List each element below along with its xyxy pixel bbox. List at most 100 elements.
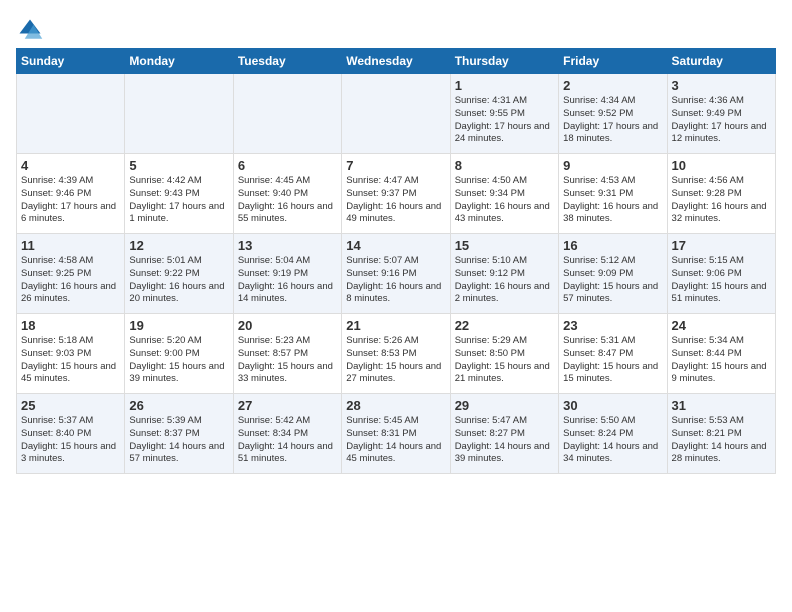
calendar-cell: 26 Sunrise: 5:39 AM Sunset: 8:37 PM Dayli…	[125, 394, 233, 474]
day-number: 6	[238, 158, 337, 173]
calendar-cell: 10 Sunrise: 4:56 AM Sunset: 9:28 PM Dayli…	[667, 154, 775, 234]
day-number: 27	[238, 398, 337, 413]
day-number: 1	[455, 78, 554, 93]
day-info: Sunrise: 5:10 AM Sunset: 9:12 PM Dayligh…	[455, 255, 554, 306]
day-number: 25	[21, 398, 120, 413]
day-info: Sunrise: 5:04 AM Sunset: 9:19 PM Dayligh…	[238, 255, 337, 306]
day-number: 18	[21, 318, 120, 333]
calendar-cell: 25 Sunrise: 5:37 AM Sunset: 8:40 PM Dayli…	[17, 394, 125, 474]
day-info: Sunrise: 4:53 AM Sunset: 9:31 PM Dayligh…	[563, 175, 662, 226]
day-number: 15	[455, 238, 554, 253]
day-number: 13	[238, 238, 337, 253]
day-info: Sunrise: 5:42 AM Sunset: 8:34 PM Dayligh…	[238, 415, 337, 466]
calendar-cell: 17Sunrise: 5:15 AM Sunset: 9:06 PM Dayli…	[667, 234, 775, 314]
day-number: 10	[672, 158, 771, 173]
day-info: Sunrise: 4:56 AM Sunset: 9:28 PM Dayligh…	[672, 175, 771, 226]
calendar-body: 1 Sunrise: 4:31 AM Sunset: 9:55 PM Daylig…	[17, 74, 776, 474]
day-number: 7	[346, 158, 445, 173]
calendar-cell: 18 Sunrise: 5:18 AM Sunset: 9:03 PM Dayli…	[17, 314, 125, 394]
day-info: Sunrise: 4:47 AM Sunset: 9:37 PM Dayligh…	[346, 175, 445, 226]
header-cell: Thursday	[450, 49, 558, 74]
calendar-cell: 21 Sunrise: 5:26 AM Sunset: 8:53 PM Dayli…	[342, 314, 450, 394]
calendar-cell	[125, 74, 233, 154]
day-info: Sunrise: 4:31 AM Sunset: 9:55 PM Dayligh…	[455, 95, 554, 146]
header-cell: Monday	[125, 49, 233, 74]
page: SundayMondayTuesdayWednesdayThursdayFrid…	[0, 0, 792, 486]
calendar-cell: 31Sunrise: 5:53 AM Sunset: 8:21 PM Dayli…	[667, 394, 775, 474]
calendar-row: 11Sunrise: 4:58 AM Sunset: 9:25 PM Dayli…	[17, 234, 776, 314]
day-info: Sunrise: 5:12 AM Sunset: 9:09 PM Dayligh…	[563, 255, 662, 306]
day-number: 12	[129, 238, 228, 253]
calendar-row: 25 Sunrise: 5:37 AM Sunset: 8:40 PM Dayli…	[17, 394, 776, 474]
day-number: 4	[21, 158, 120, 173]
calendar-cell: 28Sunrise: 5:45 AM Sunset: 8:31 PM Dayli…	[342, 394, 450, 474]
day-info: Sunrise: 5:26 AM Sunset: 8:53 PM Dayligh…	[346, 335, 445, 386]
header-row: SundayMondayTuesdayWednesdayThursdayFrid…	[17, 49, 776, 74]
calendar-cell	[17, 74, 125, 154]
day-info: Sunrise: 5:20 AM Sunset: 9:00 PM Dayligh…	[129, 335, 228, 386]
calendar-cell: 16 Sunrise: 5:12 AM Sunset: 9:09 PM Dayli…	[559, 234, 667, 314]
calendar-cell: 23Sunrise: 5:31 AM Sunset: 8:47 PM Dayli…	[559, 314, 667, 394]
day-number: 26	[129, 398, 228, 413]
calendar-cell: 1 Sunrise: 4:31 AM Sunset: 9:55 PM Daylig…	[450, 74, 558, 154]
calendar-cell: 13 Sunrise: 5:04 AM Sunset: 9:19 PM Dayli…	[233, 234, 341, 314]
header-cell: Friday	[559, 49, 667, 74]
calendar-cell: 4 Sunrise: 4:39 AM Sunset: 9:46 PM Daylig…	[17, 154, 125, 234]
day-number: 21	[346, 318, 445, 333]
day-number: 29	[455, 398, 554, 413]
calendar-cell: 11Sunrise: 4:58 AM Sunset: 9:25 PM Dayli…	[17, 234, 125, 314]
day-number: 8	[455, 158, 554, 173]
day-number: 2	[563, 78, 662, 93]
logo	[16, 16, 48, 44]
day-info: Sunrise: 5:07 AM Sunset: 9:16 PM Dayligh…	[346, 255, 445, 306]
day-number: 9	[563, 158, 662, 173]
calendar-cell	[342, 74, 450, 154]
calendar-cell: 9 Sunrise: 4:53 AM Sunset: 9:31 PM Daylig…	[559, 154, 667, 234]
day-info: Sunrise: 4:39 AM Sunset: 9:46 PM Dayligh…	[21, 175, 120, 226]
day-number: 5	[129, 158, 228, 173]
calendar-cell: 8 Sunrise: 4:50 AM Sunset: 9:34 PM Daylig…	[450, 154, 558, 234]
calendar-cell: 27 Sunrise: 5:42 AM Sunset: 8:34 PM Dayli…	[233, 394, 341, 474]
day-number: 24	[672, 318, 771, 333]
calendar-row: 1 Sunrise: 4:31 AM Sunset: 9:55 PM Daylig…	[17, 74, 776, 154]
day-number: 31	[672, 398, 771, 413]
day-info: Sunrise: 5:50 AM Sunset: 8:24 PM Dayligh…	[563, 415, 662, 466]
calendar-cell: 30 Sunrise: 5:50 AM Sunset: 8:24 PM Dayli…	[559, 394, 667, 474]
calendar-cell: 19Sunrise: 5:20 AM Sunset: 9:00 PM Dayli…	[125, 314, 233, 394]
calendar-header: SundayMondayTuesdayWednesdayThursdayFrid…	[17, 49, 776, 74]
calendar-cell: 5 Sunrise: 4:42 AM Sunset: 9:43 PM Daylig…	[125, 154, 233, 234]
day-info: Sunrise: 4:36 AM Sunset: 9:49 PM Dayligh…	[672, 95, 771, 146]
calendar-cell: 29Sunrise: 5:47 AM Sunset: 8:27 PM Dayli…	[450, 394, 558, 474]
day-number: 14	[346, 238, 445, 253]
calendar-cell: 6 Sunrise: 4:45 AM Sunset: 9:40 PM Daylig…	[233, 154, 341, 234]
day-info: Sunrise: 5:34 AM Sunset: 8:44 PM Dayligh…	[672, 335, 771, 386]
calendar-cell	[233, 74, 341, 154]
calendar-cell: 15 Sunrise: 5:10 AM Sunset: 9:12 PM Dayli…	[450, 234, 558, 314]
day-number: 30	[563, 398, 662, 413]
day-number: 22	[455, 318, 554, 333]
day-info: Sunrise: 4:42 AM Sunset: 9:43 PM Dayligh…	[129, 175, 228, 226]
day-number: 23	[563, 318, 662, 333]
logo-icon	[16, 16, 44, 44]
calendar-table: SundayMondayTuesdayWednesdayThursdayFrid…	[16, 48, 776, 474]
day-info: Sunrise: 5:39 AM Sunset: 8:37 PM Dayligh…	[129, 415, 228, 466]
day-number: 16	[563, 238, 662, 253]
day-info: Sunrise: 4:45 AM Sunset: 9:40 PM Dayligh…	[238, 175, 337, 226]
calendar-cell: 12Sunrise: 5:01 AM Sunset: 9:22 PM Dayli…	[125, 234, 233, 314]
calendar-cell: 7 Sunrise: 4:47 AM Sunset: 9:37 PM Daylig…	[342, 154, 450, 234]
calendar-cell: 14 Sunrise: 5:07 AM Sunset: 9:16 PM Dayli…	[342, 234, 450, 314]
header-cell: Wednesday	[342, 49, 450, 74]
day-info: Sunrise: 5:15 AM Sunset: 9:06 PM Dayligh…	[672, 255, 771, 306]
day-info: Sunrise: 4:58 AM Sunset: 9:25 PM Dayligh…	[21, 255, 120, 306]
day-info: Sunrise: 5:18 AM Sunset: 9:03 PM Dayligh…	[21, 335, 120, 386]
day-info: Sunrise: 4:50 AM Sunset: 9:34 PM Dayligh…	[455, 175, 554, 226]
day-info: Sunrise: 5:29 AM Sunset: 8:50 PM Dayligh…	[455, 335, 554, 386]
calendar-cell: 22 Sunrise: 5:29 AM Sunset: 8:50 PM Dayli…	[450, 314, 558, 394]
header-cell: Saturday	[667, 49, 775, 74]
day-info: Sunrise: 5:37 AM Sunset: 8:40 PM Dayligh…	[21, 415, 120, 466]
header-cell: Sunday	[17, 49, 125, 74]
day-number: 28	[346, 398, 445, 413]
day-number: 20	[238, 318, 337, 333]
calendar-cell: 24 Sunrise: 5:34 AM Sunset: 8:44 PM Dayli…	[667, 314, 775, 394]
header-cell: Tuesday	[233, 49, 341, 74]
